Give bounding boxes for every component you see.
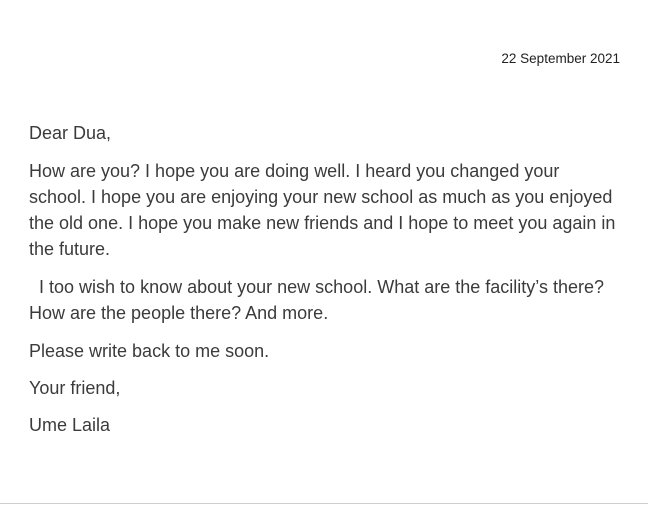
paragraph-2: I too wish to know about your new school…: [29, 277, 609, 323]
letter-date: 22 September 2021: [501, 51, 620, 66]
closing: Your friend,: [29, 378, 121, 398]
paragraph-1: How are you? I hope you are doing well. …: [29, 161, 616, 259]
signature: Ume Laila: [29, 415, 111, 435]
letter-body: Dear Dua, How are you? I hope you are do…: [29, 120, 619, 450]
bottom-divider: [0, 503, 648, 504]
salutation: Dear Dua,: [29, 123, 112, 143]
paragraph-3: Please write back to me soon.: [29, 341, 270, 361]
letter: 22 September 2021 Dear Dua, How are you?…: [0, 0, 648, 504]
